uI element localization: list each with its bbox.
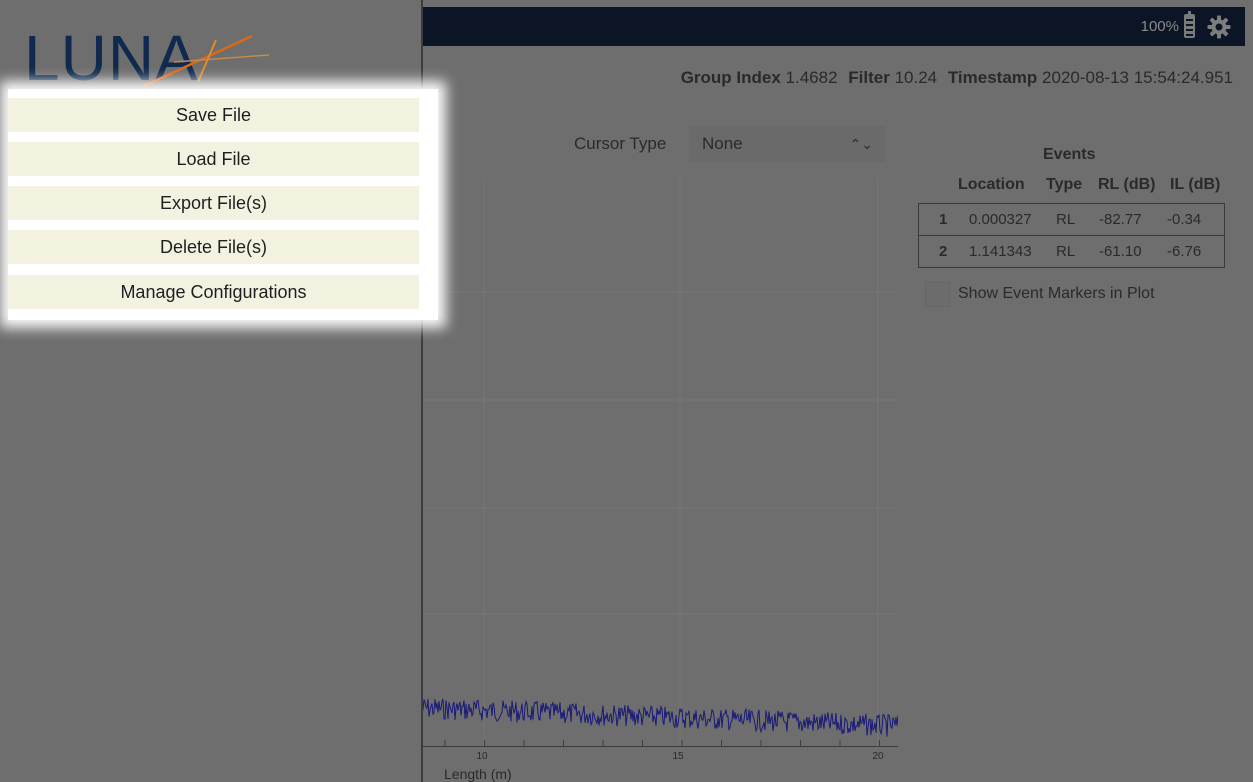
filter-value: 10.24 [894, 68, 938, 87]
gear-icon[interactable] [1207, 15, 1231, 39]
event-rl: -82.77 [1099, 211, 1142, 228]
luna-logo: LUNA [24, 22, 270, 90]
trace-line [421, 698, 899, 737]
event-location: 1.141343 [969, 243, 1032, 260]
measurement-info: Group Index 1.4682 Filter 10.24 Timestam… [681, 68, 1233, 88]
chevron-updown-icon: ⌃⌄ [849, 136, 873, 152]
event-number: 2 [939, 243, 948, 260]
group-index-value: 1.4682 [785, 68, 838, 87]
cursor-type-value: None [702, 134, 743, 153]
events-header-location: Location [958, 176, 1025, 193]
app-window: 100% Group Index 1.4682 Filter 10.24 Tim… [0, 0, 1253, 782]
x-tick-label: 20 [872, 751, 884, 762]
table-row[interactable]: 2 1.141343 RL -61.10 -6.76 [919, 235, 1224, 267]
show-markers-checkbox[interactable] [925, 282, 950, 307]
event-location: 0.000327 [969, 211, 1032, 228]
event-type: RL [1056, 211, 1076, 228]
filter-label: Filter [848, 68, 890, 87]
export-files-button[interactable]: Export File(s) [8, 186, 419, 220]
save-file-button[interactable]: Save File [8, 98, 419, 132]
timestamp-label: Timestamp [947, 68, 1038, 87]
event-type: RL [1056, 243, 1076, 260]
trace-plot[interactable]: 10 15 20 Length (m) [421, 178, 920, 782]
logo-text: LUNA [24, 22, 199, 90]
group-index-label: Group Index [680, 68, 781, 87]
events-table: 1 0.000327 RL -82.77 -0.34 2 1.141343 RL… [918, 203, 1225, 268]
timestamp-value: 2020-08-13 15:54:24.951 [1042, 68, 1233, 87]
table-row[interactable]: 1 0.000327 RL -82.77 -0.34 [919, 204, 1224, 235]
x-axis [422, 746, 898, 747]
x-tick-label: 10 [476, 751, 488, 762]
events-header-il: IL (dB) [1170, 176, 1221, 193]
delete-files-button[interactable]: Delete File(s) [8, 230, 419, 264]
battery-percent: 100% [1140, 18, 1179, 35]
x-axis-label: Length (m) [444, 766, 512, 782]
event-number: 1 [939, 211, 948, 228]
event-il: -6.76 [1167, 243, 1202, 260]
events-header-type: Type [1046, 176, 1083, 193]
event-rl: -61.10 [1099, 243, 1142, 260]
manage-configurations-button[interactable]: Manage Configurations [8, 275, 419, 309]
events-header-rl: RL (dB) [1098, 176, 1156, 193]
cursor-type-select[interactable]: None ⌃⌄ [690, 126, 885, 162]
cursor-type-label: Cursor Type [574, 134, 667, 153]
event-il: -0.34 [1167, 211, 1202, 228]
events-title: Events [1043, 146, 1096, 163]
show-markers-label: Show Event Markers in Plot [958, 285, 1155, 302]
battery-icon [1184, 11, 1195, 38]
plot-area[interactable] [421, 178, 920, 746]
x-tick-label: 15 [672, 751, 684, 762]
load-file-button[interactable]: Load File [8, 142, 419, 176]
